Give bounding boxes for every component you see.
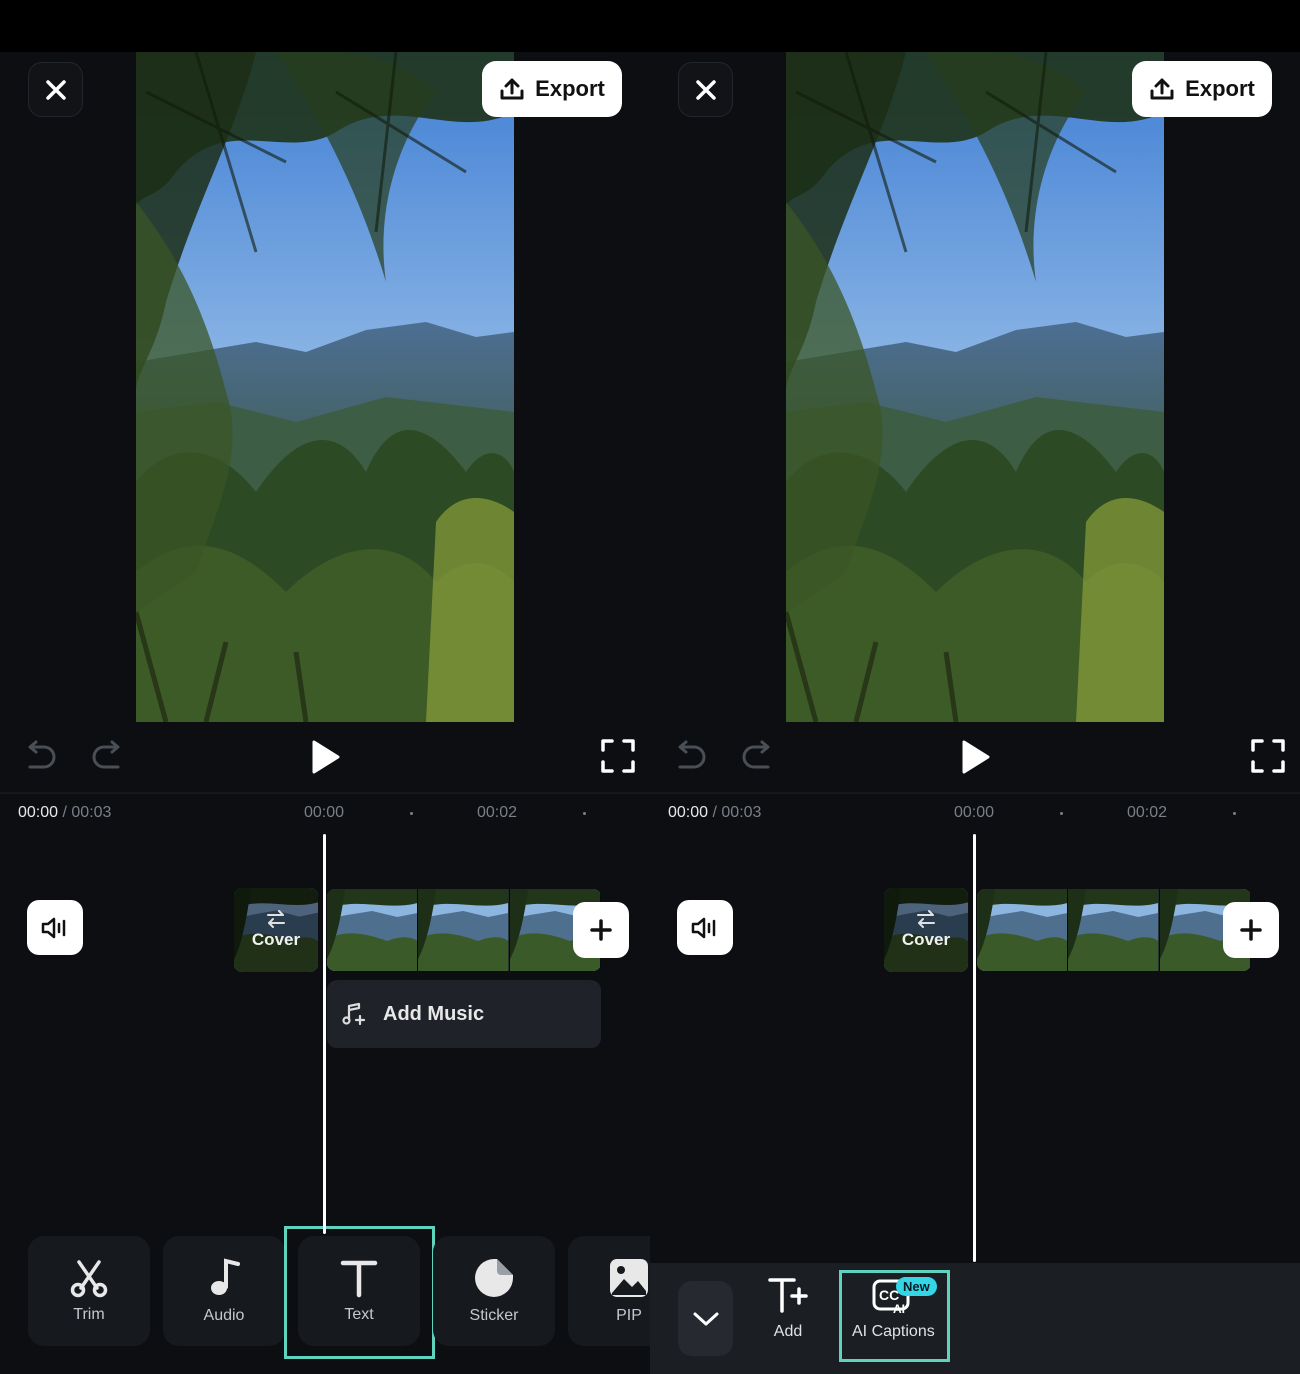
cover-thumbnail[interactable]: Cover	[234, 888, 318, 972]
toolbar-item-audio[interactable]: Audio	[163, 1236, 285, 1346]
video-preview[interactable]	[786, 52, 1164, 722]
redo-icon[interactable]	[92, 740, 124, 774]
clip-frame	[418, 889, 510, 971]
scissors-icon	[70, 1260, 108, 1298]
close-icon	[695, 79, 716, 100]
undo-icon[interactable]	[674, 740, 706, 774]
time-separator: /	[62, 804, 67, 821]
video-preview[interactable]	[136, 52, 514, 722]
playhead[interactable]	[323, 834, 326, 1234]
time-display: 00:00 / 00:03	[18, 804, 111, 822]
time-display: 00:00 / 00:03	[668, 804, 761, 822]
clip-frame	[327, 889, 419, 971]
swap-icon	[917, 910, 935, 928]
image-icon	[610, 1259, 648, 1297]
ruler-tick-label: 00:00	[954, 804, 995, 821]
add-clip-button[interactable]	[573, 902, 629, 958]
cover-label: Cover	[901, 930, 951, 949]
playhead[interactable]	[973, 834, 976, 1262]
music-note-icon	[211, 1258, 240, 1295]
sticker-icon	[475, 1259, 513, 1297]
ruler-dot	[410, 812, 413, 815]
chevron-down-icon	[693, 1312, 718, 1325]
clip-frame	[977, 889, 1069, 971]
video-frame-image	[136, 52, 514, 722]
ruler-dot	[1233, 812, 1236, 815]
export-label: Export	[535, 76, 605, 101]
fullscreen-icon[interactable]	[1250, 738, 1286, 774]
swap-icon	[267, 910, 285, 928]
export-button[interactable]: Export	[482, 61, 622, 117]
toolbar-item-trim[interactable]: Trim	[28, 1236, 150, 1346]
speaker-icon	[691, 917, 716, 938]
undo-icon[interactable]	[24, 740, 56, 774]
status-bar	[0, 0, 1300, 52]
close-button[interactable]	[678, 62, 733, 117]
current-time: 00:00	[668, 804, 709, 821]
ruler-tick-label: 00:02	[1127, 804, 1168, 821]
cover-thumbnail[interactable]: Cover	[884, 888, 968, 972]
plus-icon	[590, 919, 612, 941]
clip-frame	[1068, 889, 1160, 971]
ruler-tick-label: 00:02	[477, 804, 518, 821]
divider	[650, 792, 1300, 794]
upload-icon	[500, 78, 524, 100]
text-add-icon	[768, 1278, 808, 1313]
video-frame-image	[786, 52, 1164, 722]
time-separator: /	[712, 804, 717, 821]
export-label: Export	[1185, 76, 1255, 101]
ruler-dot	[1060, 812, 1063, 815]
toolbar-item-pip[interactable]: PIP	[568, 1236, 650, 1346]
redo-icon[interactable]	[742, 740, 774, 774]
text-tool-label: Add	[773, 1323, 803, 1340]
play-icon[interactable]	[308, 738, 342, 776]
text-tool-add[interactable]: Add	[768, 1275, 808, 1341]
mute-clip-audio-button[interactable]	[27, 900, 83, 955]
mute-clip-audio-button[interactable]	[677, 900, 733, 955]
video-clip-track[interactable]	[327, 889, 601, 971]
toolbar-label: PIP	[616, 1307, 642, 1324]
close-button[interactable]	[28, 62, 83, 117]
text-tool-highlight	[284, 1226, 435, 1359]
total-time: 00:03	[721, 804, 762, 821]
cover-label: Cover	[251, 930, 301, 949]
video-clip-track[interactable]	[977, 889, 1251, 971]
ai-captions-highlight	[839, 1270, 950, 1362]
speaker-icon	[41, 917, 66, 938]
add-music-label: Add Music	[383, 1002, 485, 1025]
collapse-panel-button[interactable]	[678, 1281, 733, 1356]
fullscreen-icon[interactable]	[600, 738, 636, 774]
upload-icon	[1150, 78, 1174, 100]
export-button[interactable]: Export	[1132, 61, 1272, 117]
music-add-icon	[342, 1002, 366, 1026]
current-time: 00:00	[18, 804, 59, 821]
text-tools-panel: Add CC AI AI Captions New	[650, 1263, 1300, 1374]
play-icon[interactable]	[958, 738, 992, 776]
ruler-tick-label: 00:00	[304, 804, 345, 821]
add-clip-button[interactable]	[1223, 902, 1279, 958]
toolbar-item-sticker[interactable]: Sticker	[433, 1236, 555, 1346]
toolbar-label: Sticker	[469, 1307, 519, 1324]
editor-panel-left: Export 00:00 / 00:03 00:00 00:02 Cover A…	[0, 52, 650, 1374]
divider	[0, 792, 650, 794]
ruler-dot	[583, 812, 586, 815]
toolbar-label: Trim	[73, 1306, 105, 1323]
editor-panel-right: Export 00:00 / 00:03 00:00 00:02 Cover A…	[650, 52, 1300, 1374]
total-time: 00:03	[71, 804, 112, 821]
toolbar-label: Audio	[203, 1307, 245, 1324]
close-icon	[45, 79, 66, 100]
plus-icon	[1240, 919, 1262, 941]
add-music-button[interactable]: Add Music	[327, 980, 601, 1048]
